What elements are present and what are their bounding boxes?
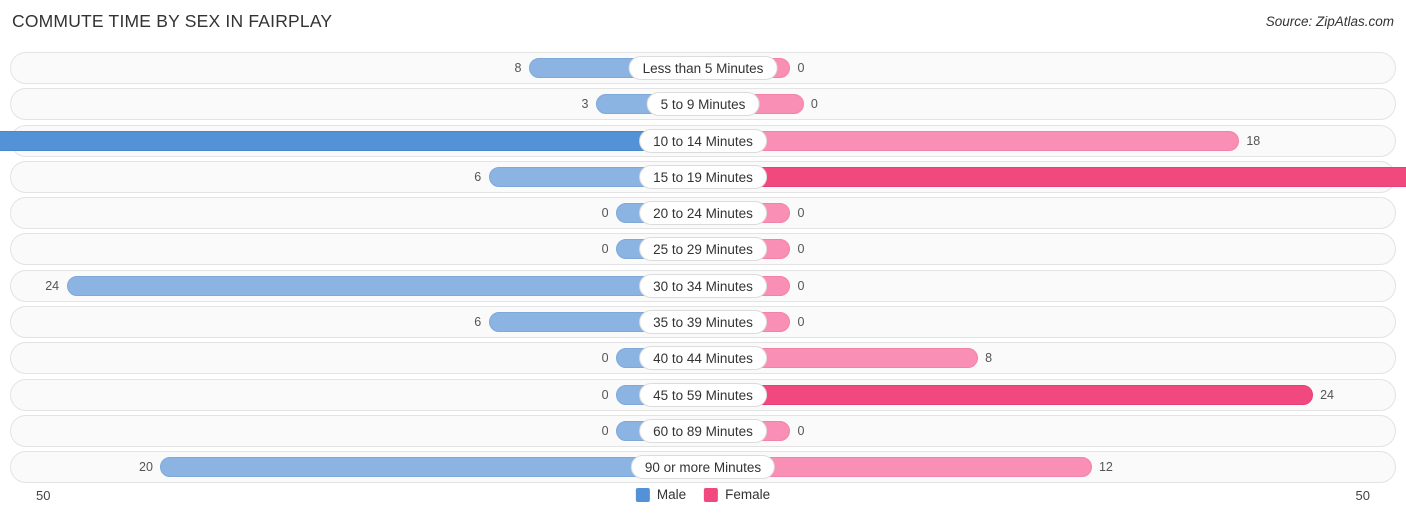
- table-row: 0 0 25 to 29 Minutes: [10, 233, 1396, 266]
- row-track: 20 12 90 or more Minutes: [33, 452, 1373, 482]
- bar-value-female: 8: [985, 351, 993, 366]
- bar-value-male: 8: [514, 61, 522, 75]
- axis-and-legend: 50 50 Male Female: [0, 487, 1406, 510]
- legend-label-female: Female: [725, 487, 771, 502]
- table-row: 0 24 45 to 59 Minutes: [10, 378, 1396, 411]
- bar-value-female: 24: [1320, 387, 1334, 402]
- category-label: 40 to 44 Minutes: [639, 346, 767, 371]
- bar-value-female: 0: [797, 423, 805, 438]
- bar-value-female: 12: [1098, 460, 1113, 475]
- bar-value-male: 20: [139, 460, 153, 475]
- row-track: 3 0 5 to 9 Minutes: [33, 89, 1373, 119]
- bar-value-male: 6: [474, 169, 482, 184]
- bar-value-male: 0: [601, 206, 609, 221]
- legend: Male Female: [635, 487, 770, 502]
- row-track: 421810 to 14 Minutes: [0, 126, 1373, 156]
- legend-item-female[interactable]: Female: [704, 487, 770, 502]
- page-title: COMMUTE TIME BY SEX IN FAIRPLAY: [12, 11, 333, 31]
- bar-value-male: 6: [474, 315, 482, 330]
- row-track: 0 24 45 to 59 Minutes: [33, 380, 1373, 410]
- table-row: 3 0 5 to 9 Minutes: [10, 88, 1396, 121]
- row-track: 0 8 40 to 44 Minutes: [33, 343, 1373, 373]
- table-row: 0 8 40 to 44 Minutes: [10, 342, 1396, 375]
- bar-value-female: 0: [797, 61, 805, 75]
- table-row: 20 12 90 or more Minutes: [10, 451, 1396, 484]
- bar-female[interactable]: [703, 384, 1313, 405]
- category-label: 60 to 89 Minutes: [639, 418, 767, 443]
- chart-container: COMMUTE TIME BY SEX IN FAIRPLAY Source: …: [0, 0, 1406, 522]
- category-label: 45 to 59 Minutes: [639, 382, 767, 407]
- bar-female[interactable]: [703, 130, 1239, 151]
- bar-value-male: 0: [601, 351, 609, 366]
- bar-male[interactable]: [66, 275, 703, 296]
- table-row: 64215 to 19 Minutes: [10, 160, 1406, 193]
- bar-value-female: 0: [797, 315, 805, 330]
- legend-label-male: Male: [656, 487, 687, 502]
- bar-value-male: 24: [45, 278, 60, 293]
- category-label: 5 to 9 Minutes: [646, 92, 760, 117]
- row-track: 0 0 60 to 89 Minutes: [33, 416, 1373, 446]
- bar-value-female: 18: [1246, 133, 1261, 148]
- table-row: 8 0 Less than 5 Minutes: [10, 52, 1396, 84]
- bar-value-male: 0: [601, 423, 609, 438]
- category-label: 30 to 34 Minutes: [639, 273, 767, 298]
- bar-rows: 80Less than 5 Minutes305 to 9 Minutes421…: [0, 52, 1406, 488]
- chart-header: COMMUTE TIME BY SEX IN FAIRPLAY Source: …: [0, 0, 1406, 33]
- table-row: 421810 to 14 Minutes: [0, 124, 1396, 157]
- source-attribution: Source: ZipAtlas.com: [1265, 14, 1394, 29]
- category-label: Less than 5 Minutes: [628, 56, 778, 80]
- bar-value-female: 0: [797, 206, 805, 221]
- row-track: 0 0 25 to 29 Minutes: [33, 234, 1373, 264]
- legend-swatch-female-icon: [704, 487, 719, 502]
- bar-value-male: 3: [581, 97, 589, 112]
- legend-swatch-male-icon: [635, 487, 650, 502]
- bar-value-female: 0: [797, 242, 805, 257]
- row-track: 64215 to 19 Minutes: [33, 162, 1406, 192]
- table-row: 24 0 30 to 34 Minutes: [10, 269, 1396, 302]
- row-track: 8 0 Less than 5 Minutes: [33, 53, 1373, 83]
- category-label: 10 to 14 Minutes: [639, 128, 767, 153]
- category-label: 25 to 29 Minutes: [639, 237, 767, 262]
- category-label: 15 to 19 Minutes: [639, 164, 767, 189]
- bar-female[interactable]: [703, 166, 1406, 187]
- axis-tick-left: 50: [36, 488, 51, 503]
- category-label: 90 or more Minutes: [630, 455, 776, 480]
- bar-value-female: 0: [810, 97, 818, 112]
- table-row: 6 0 35 to 39 Minutes: [10, 306, 1396, 339]
- table-row: 0 0 20 to 24 Minutes: [10, 197, 1396, 230]
- bar-value-male: 0: [601, 242, 609, 257]
- bar-male[interactable]: [0, 130, 703, 151]
- legend-item-male[interactable]: Male: [635, 487, 687, 502]
- table-row: 0 0 60 to 89 Minutes: [10, 414, 1396, 447]
- row-track: 24 0 30 to 34 Minutes: [33, 271, 1373, 301]
- axis-tick-right: 50: [1355, 488, 1370, 503]
- category-label: 35 to 39 Minutes: [639, 310, 767, 335]
- row-track: 6 0 35 to 39 Minutes: [33, 307, 1373, 337]
- row-track: 0 0 20 to 24 Minutes: [33, 198, 1373, 228]
- bar-male[interactable]: [160, 457, 703, 478]
- bar-value-female: 0: [797, 278, 805, 293]
- category-label: 20 to 24 Minutes: [639, 201, 767, 226]
- bar-value-male: 0: [601, 387, 609, 402]
